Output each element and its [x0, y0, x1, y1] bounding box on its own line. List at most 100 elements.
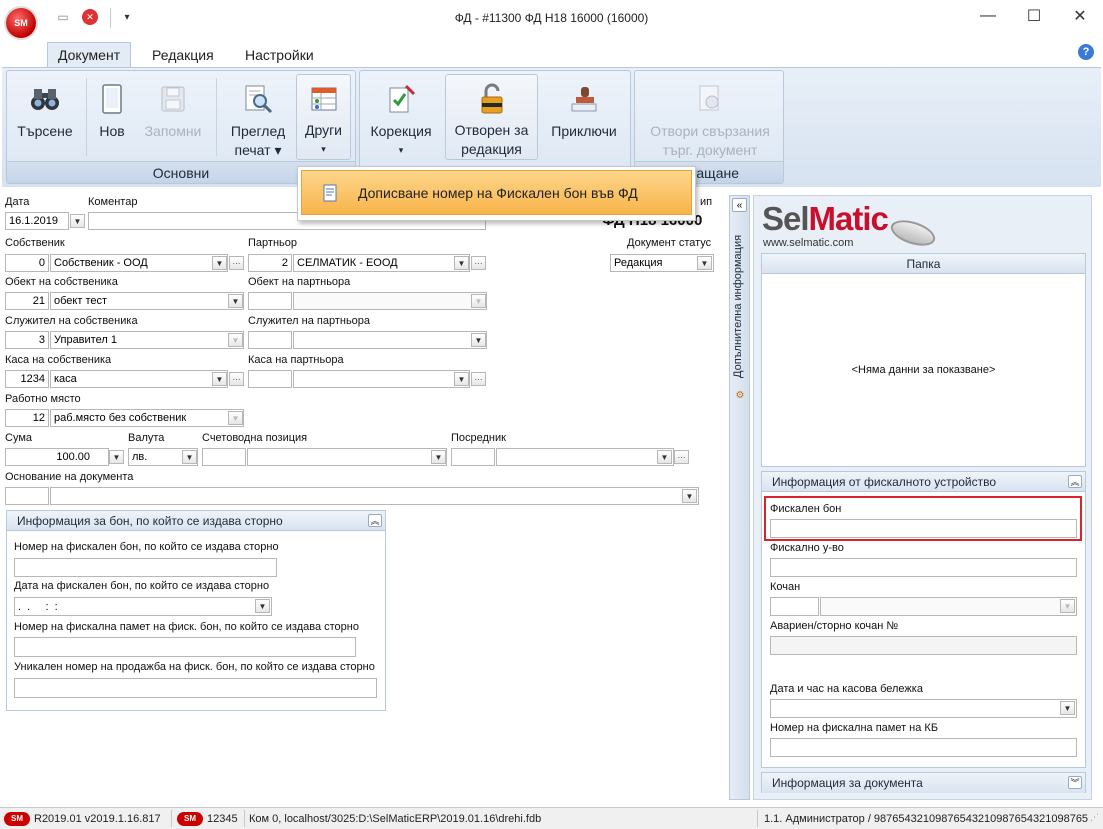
- partner-cash-browse-button[interactable]: ···: [471, 372, 486, 386]
- partner-employee-dropdown-icon[interactable]: ▼: [471, 333, 486, 347]
- other-button[interactable]: Други ▾: [296, 74, 351, 160]
- print-preview-button[interactable]: Преглед печат ▾: [222, 74, 294, 160]
- save-button[interactable]: Запомни: [138, 74, 208, 160]
- basis-dropdown-icon[interactable]: ▼: [682, 489, 697, 503]
- side-vertical-label: Допълнителна информация: [732, 234, 744, 378]
- employee-id-field[interactable]: 3: [5, 331, 49, 349]
- partner-cash-dropdown-icon[interactable]: ▼: [454, 372, 469, 386]
- partner-employee-name-field[interactable]: [293, 331, 487, 349]
- partner-cash-name-field[interactable]: [293, 370, 470, 388]
- date-dropdown-icon[interactable]: ▼: [70, 214, 85, 228]
- partner-name-field[interactable]: СЕЛМАТИК - ЕООД: [293, 254, 470, 272]
- account-position-name-field[interactable]: [247, 448, 447, 466]
- ribbon-separator: [86, 78, 87, 156]
- side-collapse-button[interactable]: «: [732, 198, 747, 212]
- open-linked-document-button[interactable]: Отвори свързания търг. документ: [640, 74, 780, 160]
- expand-icon[interactable]: ︾: [1068, 776, 1082, 789]
- book-dropdown-icon[interactable]: ▼: [1060, 599, 1075, 613]
- object-name-field[interactable]: обект тест: [50, 292, 244, 310]
- open-for-edit-button[interactable]: Отворен за редакция: [445, 74, 538, 160]
- currency-dropdown-icon[interactable]: ▼: [182, 450, 197, 464]
- basis-id-field[interactable]: [5, 487, 49, 505]
- partner-object-name-field[interactable]: [293, 292, 487, 310]
- partner-dropdown-icon[interactable]: ▼: [454, 256, 469, 270]
- storno-date-field[interactable]: . . : :: [14, 597, 272, 616]
- fiscal-memory-field[interactable]: [770, 738, 1077, 757]
- folder-header: Папка: [762, 254, 1085, 274]
- storno-memory-field[interactable]: [14, 637, 356, 657]
- cash-id-field[interactable]: 1234: [5, 370, 49, 388]
- sum-field[interactable]: 100.00: [5, 448, 109, 466]
- partner-employee-id-field[interactable]: [248, 331, 292, 349]
- fiscal-receipt-field[interactable]: [770, 519, 1077, 538]
- date-label: Дата: [5, 196, 30, 208]
- sum-label: Сума: [5, 432, 33, 444]
- account-position-id-field[interactable]: [202, 448, 246, 466]
- broker-id-field[interactable]: [451, 448, 495, 466]
- cash-name-field[interactable]: каса: [50, 370, 228, 388]
- partner-cash-id-field[interactable]: [248, 370, 292, 388]
- date-field[interactable]: 16.1.2019: [5, 212, 69, 230]
- object-id-field[interactable]: 21: [5, 292, 49, 310]
- workplace-dropdown-icon[interactable]: ▼: [228, 411, 243, 425]
- basis-label: Основание на документа: [5, 471, 134, 483]
- document-info-header[interactable]: Информация за документа ︾: [762, 773, 1085, 793]
- resize-grip-icon[interactable]: ⋰: [1090, 812, 1102, 826]
- brand-url: www.selmatic.com: [763, 237, 854, 249]
- no-data-text: <Няма данни за показване>: [851, 364, 996, 376]
- minimize-button[interactable]: —: [965, 0, 1011, 32]
- emergency-book-field[interactable]: [770, 636, 1077, 655]
- owner-name-field[interactable]: Собственик - ООД: [50, 254, 228, 272]
- search-label: Търсене: [17, 123, 73, 139]
- storno-sale-field[interactable]: [14, 678, 377, 698]
- receipt-datetime-dropdown-icon[interactable]: ▼: [1060, 701, 1075, 715]
- help-icon[interactable]: ?: [1078, 44, 1094, 60]
- tab-edit[interactable]: Редакция: [142, 42, 224, 67]
- floppy-icon: [156, 82, 190, 116]
- workplace-id-field[interactable]: 12: [5, 409, 49, 427]
- broker-name-field[interactable]: [496, 448, 674, 466]
- book-name-field[interactable]: [820, 597, 1077, 616]
- finish-button[interactable]: Приключи: [544, 74, 624, 160]
- close-button[interactable]: ✕: [1057, 0, 1103, 32]
- storno-receipt-field[interactable]: [14, 558, 277, 577]
- document-info-title: Информация за документа: [772, 776, 923, 790]
- receipt-datetime-field[interactable]: [770, 699, 1077, 718]
- owner-dropdown-icon[interactable]: ▼: [212, 256, 227, 270]
- account-position-dropdown-icon[interactable]: ▼: [431, 450, 446, 464]
- document-icon: [302, 184, 358, 202]
- correction-button[interactable]: Корекция ▾: [363, 74, 439, 160]
- broker-browse-button[interactable]: ···: [674, 450, 689, 464]
- collapse-icon[interactable]: ︽: [1068, 475, 1082, 488]
- storno-date-dropdown-icon[interactable]: ▼: [255, 599, 270, 613]
- status-dropdown-icon[interactable]: ▼: [697, 256, 712, 270]
- sum-dropdown-icon[interactable]: ▼: [109, 450, 124, 464]
- broker-dropdown-icon[interactable]: ▼: [657, 450, 672, 464]
- object-dropdown-icon[interactable]: ▼: [228, 294, 243, 308]
- book-id-field[interactable]: [770, 597, 819, 616]
- partner-id-field[interactable]: 2: [248, 254, 292, 272]
- basis-field[interactable]: [50, 487, 699, 505]
- print-preview-label-2: печат ▾: [234, 142, 282, 158]
- cash-dropdown-icon[interactable]: ▼: [212, 372, 227, 386]
- fiscal-device-field[interactable]: [770, 558, 1077, 577]
- cash-browse-button[interactable]: ···: [229, 372, 244, 386]
- menu-item-append-fiscal-receipt[interactable]: Дописване номер на Фискален бон във ФД: [301, 170, 692, 215]
- partner-browse-button[interactable]: ···: [471, 256, 486, 270]
- owner-id-field[interactable]: 0: [5, 254, 49, 272]
- employee-dropdown-icon[interactable]: ▼: [228, 333, 243, 347]
- storno-panel-header[interactable]: Информация за бон, по който се издава ст…: [7, 511, 385, 531]
- partner-object-id-field[interactable]: [248, 292, 292, 310]
- owner-browse-button[interactable]: ···: [229, 256, 244, 270]
- fiscal-panel-header[interactable]: Информация от фискалното устройство ︽: [762, 472, 1085, 492]
- tab-settings[interactable]: Настройки: [235, 42, 324, 67]
- employee-name-field[interactable]: Управител 1: [50, 331, 244, 349]
- collapse-icon[interactable]: ︽: [368, 514, 382, 527]
- new-button[interactable]: Нов: [92, 74, 132, 160]
- partner-object-dropdown-icon[interactable]: ▼: [471, 294, 486, 308]
- tab-document[interactable]: Документ: [47, 42, 132, 67]
- status-id-text: 12345: [207, 812, 238, 825]
- workplace-name-field[interactable]: раб.място без собственик: [50, 409, 244, 427]
- search-button[interactable]: Търсене: [12, 74, 78, 160]
- maximize-button[interactable]: ☐: [1011, 0, 1057, 32]
